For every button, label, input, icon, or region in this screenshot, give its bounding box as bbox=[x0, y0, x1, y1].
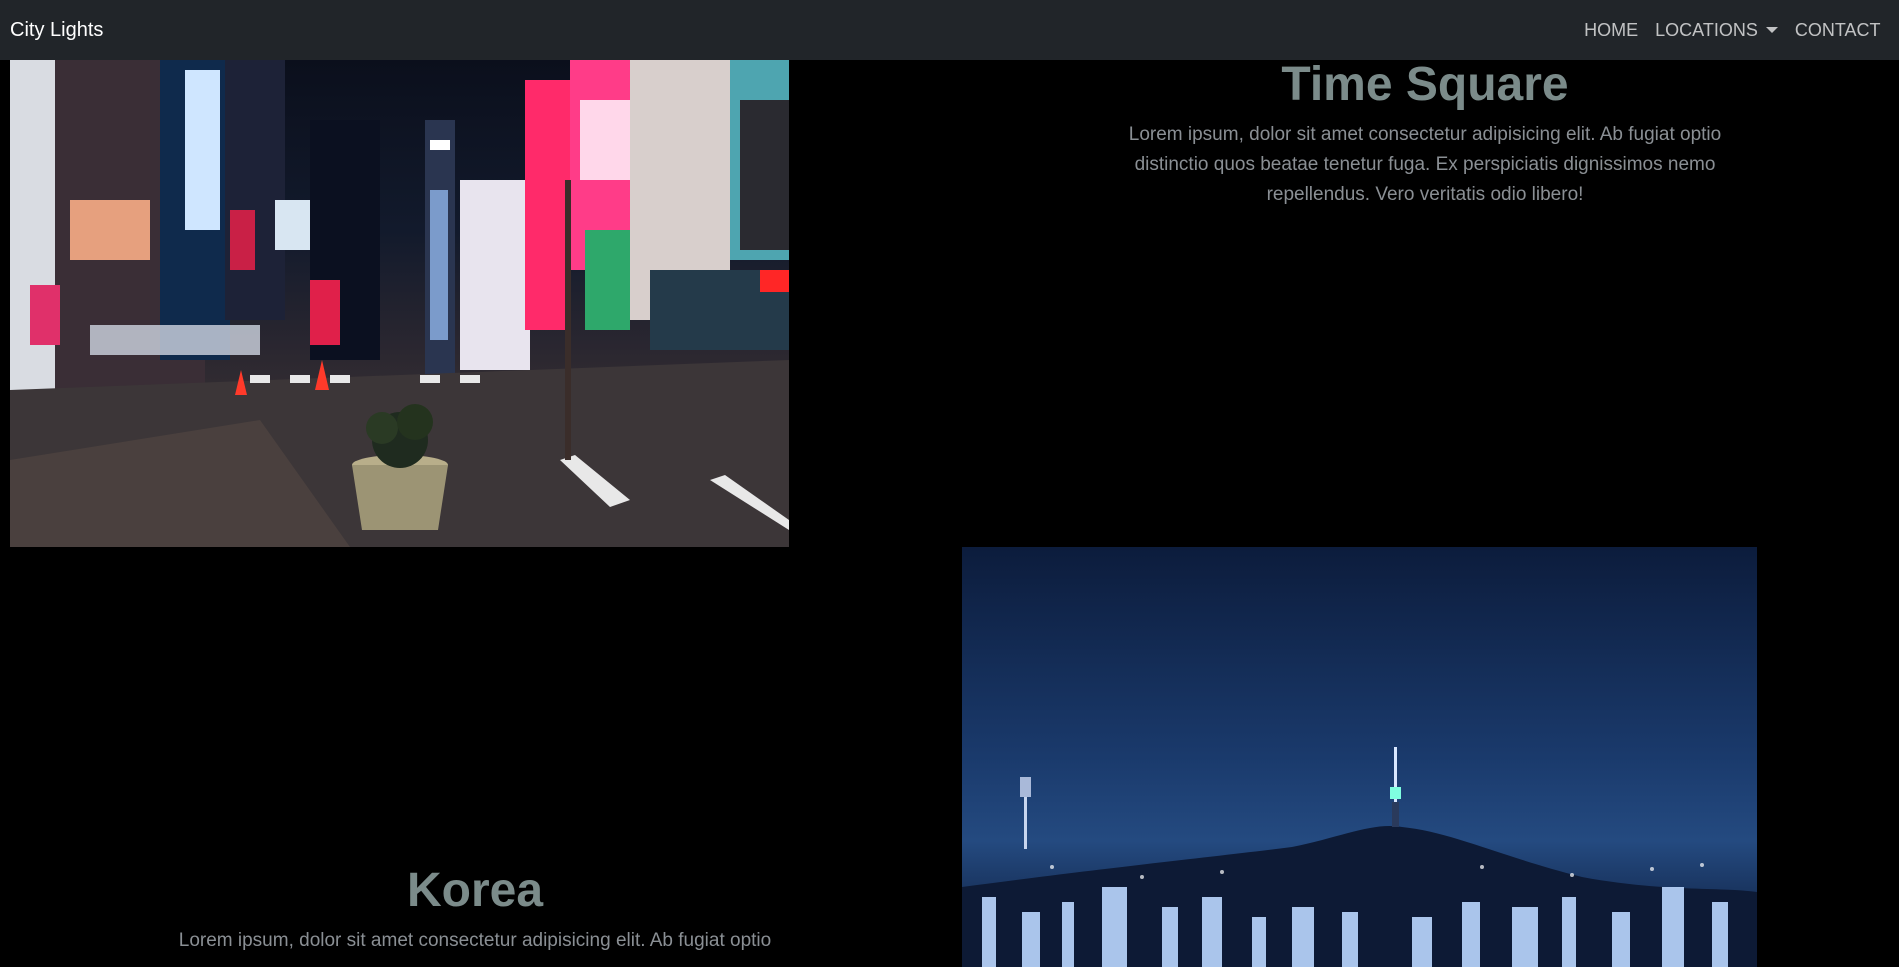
korea-section: Korea Lorem ipsum, dolor sit amet consec… bbox=[160, 862, 790, 956]
brand-link[interactable]: City Lights bbox=[10, 19, 103, 42]
korea-title: Korea bbox=[406, 864, 544, 917]
nav-home-link[interactable]: HOME bbox=[1576, 20, 1647, 41]
nav-locations-dropdown[interactable]: LOCATIONS bbox=[1647, 20, 1787, 41]
time-square-title: Time Square bbox=[1281, 58, 1569, 111]
nav-locations-label: LOCATIONS bbox=[1655, 19, 1758, 40]
time-square-image bbox=[10, 60, 789, 547]
nav-links: HOME LOCATIONS CONTACT bbox=[1576, 20, 1889, 41]
time-square-section: Time Square Lorem ipsum, dolor sit amet … bbox=[1110, 56, 1740, 210]
korea-image bbox=[962, 547, 1757, 967]
caret-down-icon bbox=[1765, 27, 1778, 33]
navbar: City Lights HOME LOCATIONS CONTACT bbox=[0, 0, 1899, 60]
nav-contact-link[interactable]: CONTACT bbox=[1786, 20, 1889, 41]
korea-description: Lorem ipsum, dolor sit amet consectetur … bbox=[178, 929, 772, 951]
time-square-description: Lorem ipsum, dolor sit amet consectetur … bbox=[1128, 123, 1722, 205]
